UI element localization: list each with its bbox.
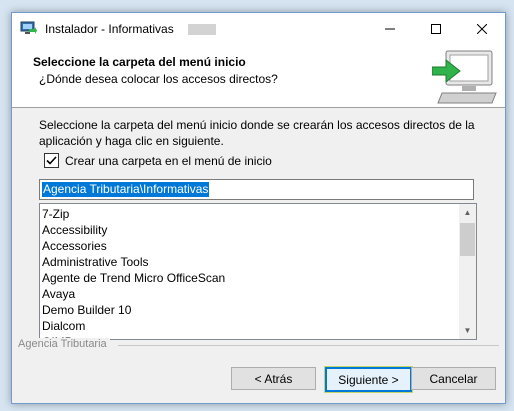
maximize-icon	[431, 24, 441, 34]
installer-app-icon	[20, 21, 37, 34]
folder-list-item[interactable]: Demo Builder 10	[42, 302, 452, 318]
scroll-down-icon[interactable]: ▼	[459, 322, 476, 339]
folder-list-item[interactable]: Avaya	[42, 286, 452, 302]
close-button[interactable]	[459, 13, 505, 45]
folder-name-value: Agencia Tributaria\Informativas	[42, 182, 210, 197]
cancel-button[interactable]: Cancelar	[411, 367, 496, 390]
create-folder-checkbox-row[interactable]: Crear una carpeta en el menú de inicio	[44, 153, 272, 168]
folder-list-item[interactable]: Agente de Trend Micro OfficeScan	[42, 270, 452, 286]
folder-list-item[interactable]: Dialcom	[42, 318, 452, 334]
close-icon	[477, 24, 487, 34]
instructions-text: Seleccione la carpeta del menú inicio do…	[39, 118, 475, 148]
folder-name-input[interactable]: Agencia Tributaria\Informativas	[39, 179, 474, 200]
wizard-header: Seleccione la carpeta del menú inicio ¿D…	[12, 45, 505, 108]
minimize-icon	[385, 28, 395, 30]
scroll-up-icon[interactable]: ▲	[459, 204, 476, 221]
folder-list-item[interactable]: Administrative Tools	[42, 254, 452, 270]
folder-list-item[interactable]: Accessibility	[42, 222, 452, 238]
folder-list-items: 7-Zip Accessibility Accessories Administrat…	[42, 206, 452, 339]
folder-list-item[interactable]: 7-Zip	[42, 206, 452, 222]
back-button[interactable]: < Atrás	[231, 367, 316, 390]
next-button[interactable]: Siguiente >	[324, 366, 413, 393]
installer-window: Instalador - Informativas Seleccione la …	[11, 12, 506, 404]
header-subtitle: ¿Dónde desea colocar los accesos directo…	[39, 72, 278, 86]
checkmark-icon	[46, 156, 57, 165]
window-title: Instalador - Informativas	[45, 22, 174, 36]
start-menu-folder-list[interactable]: 7-Zip Accessibility Accessories Administrat…	[39, 203, 477, 340]
create-folder-label: Crear una carpeta en el menú de inicio	[65, 153, 272, 168]
list-scrollbar[interactable]: ▲ ▼	[459, 204, 476, 339]
header-title: Seleccione la carpeta del menú inicio	[33, 55, 246, 69]
title-redacted-area	[188, 24, 216, 35]
minimize-button[interactable]	[367, 13, 413, 45]
footer-divider	[118, 345, 499, 346]
folder-list-item[interactable]: Accessories	[42, 238, 452, 254]
maximize-button[interactable]	[413, 13, 459, 45]
computer-install-icon	[432, 50, 497, 104]
brand-label: Agencia Tributaria	[18, 338, 110, 350]
scroll-thumb[interactable]	[460, 223, 475, 256]
create-folder-checkbox[interactable]	[44, 153, 59, 168]
title-bar[interactable]: Instalador - Informativas	[12, 13, 505, 45]
